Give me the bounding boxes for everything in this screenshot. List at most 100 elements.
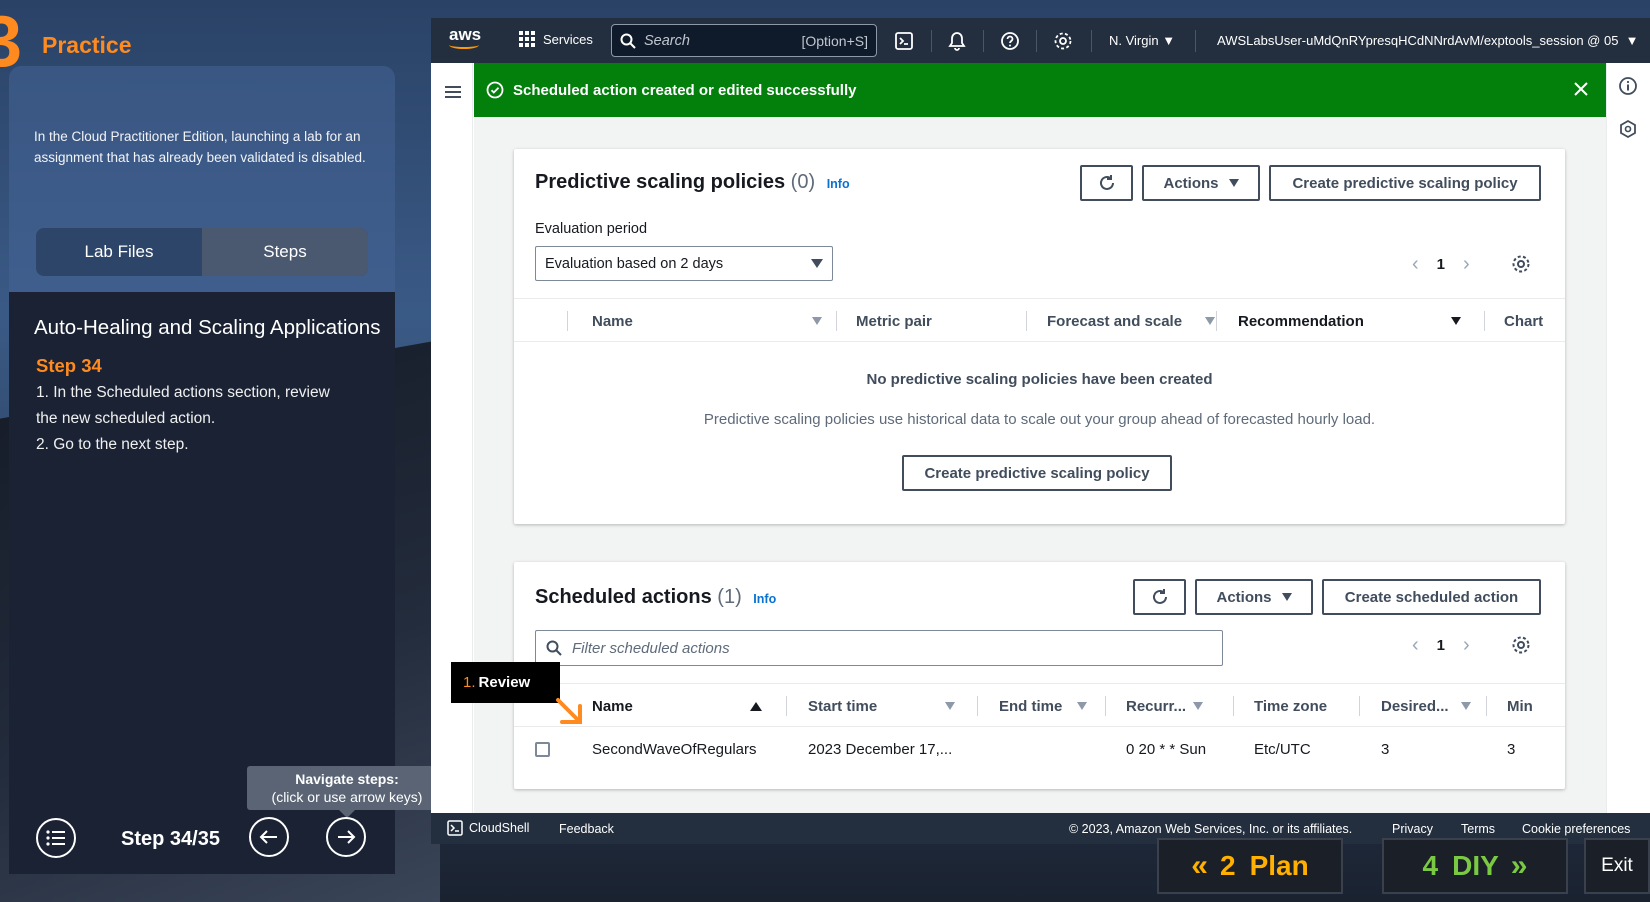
info-icon[interactable] [1618,76,1638,96]
column-label: Recurr... [1126,697,1187,715]
chevron-left-icon[interactable]: ‹ [1412,253,1419,276]
predictive-pagination: ‹ 1 › [1412,253,1470,276]
feedback-link[interactable]: Feedback [559,822,614,836]
plan-label: Plan [1249,850,1309,881]
column-label: Forecast and scale [1047,312,1183,330]
scheduled-table-header: Name Start time End time Recurr... Time … [514,683,1565,727]
cell-desired: 3 [1381,740,1390,758]
region-selector[interactable]: N. Virgin ▼ [1109,33,1175,48]
review-callout: 1. Review [451,662,560,703]
create-scheduled-action-button[interactable]: Create scheduled action [1322,579,1541,615]
help-button[interactable] [999,30,1021,52]
evaluation-period-label: Evaluation period [535,221,648,237]
predictive-table-header: Name Metric pair Forecast and scale Reco… [514,298,1565,342]
tab-steps[interactable]: Steps [202,228,368,276]
exit-button[interactable]: Exit [1584,838,1650,894]
account-menu[interactable]: AWSLabsUser-uMdQnRYpresqHCdNNrdAvM/expto… [1217,33,1639,48]
previous-step-button[interactable] [249,817,289,857]
gear-icon[interactable] [1511,254,1531,274]
chevron-right-icon[interactable]: › [1463,634,1470,657]
column-forecast-and-scale[interactable]: Forecast and scale [1026,299,1215,343]
column-desired[interactable]: Desired... [1359,684,1471,728]
refresh-icon [1099,175,1114,190]
predictive-title-text: Predictive scaling policies [535,171,786,193]
row-checkbox[interactable] [535,741,550,757]
scheduled-actions-button[interactable]: Actions [1195,579,1313,615]
create-predictive-policy-button[interactable]: Create predictive scaling policy [1269,165,1541,201]
grid-icon [519,31,535,47]
filter-box[interactable] [535,630,1223,666]
callout-arrow-icon [556,698,582,724]
chevron-left-icon[interactable]: ‹ [1412,634,1419,657]
close-icon[interactable] [1572,80,1590,98]
menu-icon[interactable] [445,86,461,98]
right-rail [1606,63,1650,831]
predictive-refresh-button[interactable] [1080,165,1133,201]
arrow-left-icon [259,830,277,844]
table-row[interactable]: SecondWaveOfRegulars 2023 December 17,..… [514,727,1565,771]
predictive-count: (0) [790,171,816,193]
chevron-right-icon[interactable]: › [1463,253,1470,276]
empty-state-description: Predictive scaling policies use historic… [703,411,1376,428]
empty-create-predictive-policy-button[interactable]: Create predictive scaling policy [902,455,1172,491]
column-start-time[interactable]: Start time [786,684,955,728]
terms-link[interactable]: Terms [1461,822,1495,836]
column-label: End time [999,697,1063,715]
column-label: Name [592,697,633,715]
lab-title: Auto-Healing and Scaling Applications [34,316,381,339]
services-label: Services [543,31,593,47]
success-check-icon [486,81,504,99]
search-box[interactable]: [Option+S] [611,24,877,57]
page-number[interactable]: 1 [1437,637,1445,654]
scheduled-title-text: Scheduled actions [535,586,712,608]
column-min[interactable]: Min [1486,684,1557,728]
predictive-actions-button[interactable]: Actions [1142,165,1260,201]
refresh-icon [1152,589,1167,604]
caret-down-icon [1228,179,1239,187]
diy-button[interactable]: 4 DIY » [1382,838,1568,894]
scheduled-info-link[interactable]: Info [753,592,776,606]
double-chevron-left-icon: « [1191,849,1208,882]
evaluation-period-select[interactable]: Evaluation based on 2 days [535,246,833,281]
column-time-zone[interactable]: Time zone [1233,684,1344,728]
aws-logo[interactable]: aws [449,26,485,54]
terminal-icon [895,32,913,50]
scheduled-refresh-button[interactable] [1133,579,1186,615]
cell-name[interactable]: SecondWaveOfRegulars [592,727,757,771]
sort-icon [1193,702,1203,710]
cloudshell-link[interactable]: CloudShell [447,820,529,836]
predictive-info-link[interactable]: Info [827,177,850,191]
column-name[interactable]: Name [592,684,762,728]
column-end-time[interactable]: End time [977,684,1087,728]
services-menu[interactable]: Services [519,31,593,47]
cookie-preferences-link[interactable]: Cookie preferences [1522,822,1630,836]
page-number[interactable]: 1 [1437,256,1445,273]
notifications-button[interactable] [946,30,968,52]
hexagon-settings-icon[interactable] [1618,119,1638,139]
gear-icon[interactable] [1511,635,1531,655]
settings-button[interactable] [1052,30,1074,52]
column-recommendation[interactable]: Recommendation [1216,299,1461,343]
cloudshell-button[interactable] [893,30,915,52]
column-metric-pair[interactable]: Metric pair [836,299,1026,343]
sort-ascending-icon [750,701,762,711]
column-chart[interactable]: Chart [1484,299,1564,343]
filter-input[interactable] [572,639,1172,657]
steps-menu-button[interactable] [36,818,76,858]
search-input[interactable] [644,32,774,49]
tab-lab-files[interactable]: Lab Files [36,228,202,276]
column-label: Time zone [1254,697,1328,715]
column-name[interactable]: Name [567,299,822,343]
left-rail [431,63,473,831]
sort-icon [812,317,822,325]
phase-title: Practice [42,32,132,58]
scheduled-title: Scheduled actions (1) Info [535,586,776,609]
cloudshell-label: CloudShell [469,821,530,835]
plan-button[interactable]: « 2 Plan [1157,838,1343,894]
next-step-button[interactable] [326,817,366,857]
column-recurrence[interactable]: Recurr... [1105,684,1203,728]
predictive-title: Predictive scaling policies (0) Info [535,171,850,194]
privacy-link[interactable]: Privacy [1392,822,1433,836]
sort-icon [1461,702,1471,710]
scheduled-pagination: ‹ 1 › [1412,634,1470,657]
